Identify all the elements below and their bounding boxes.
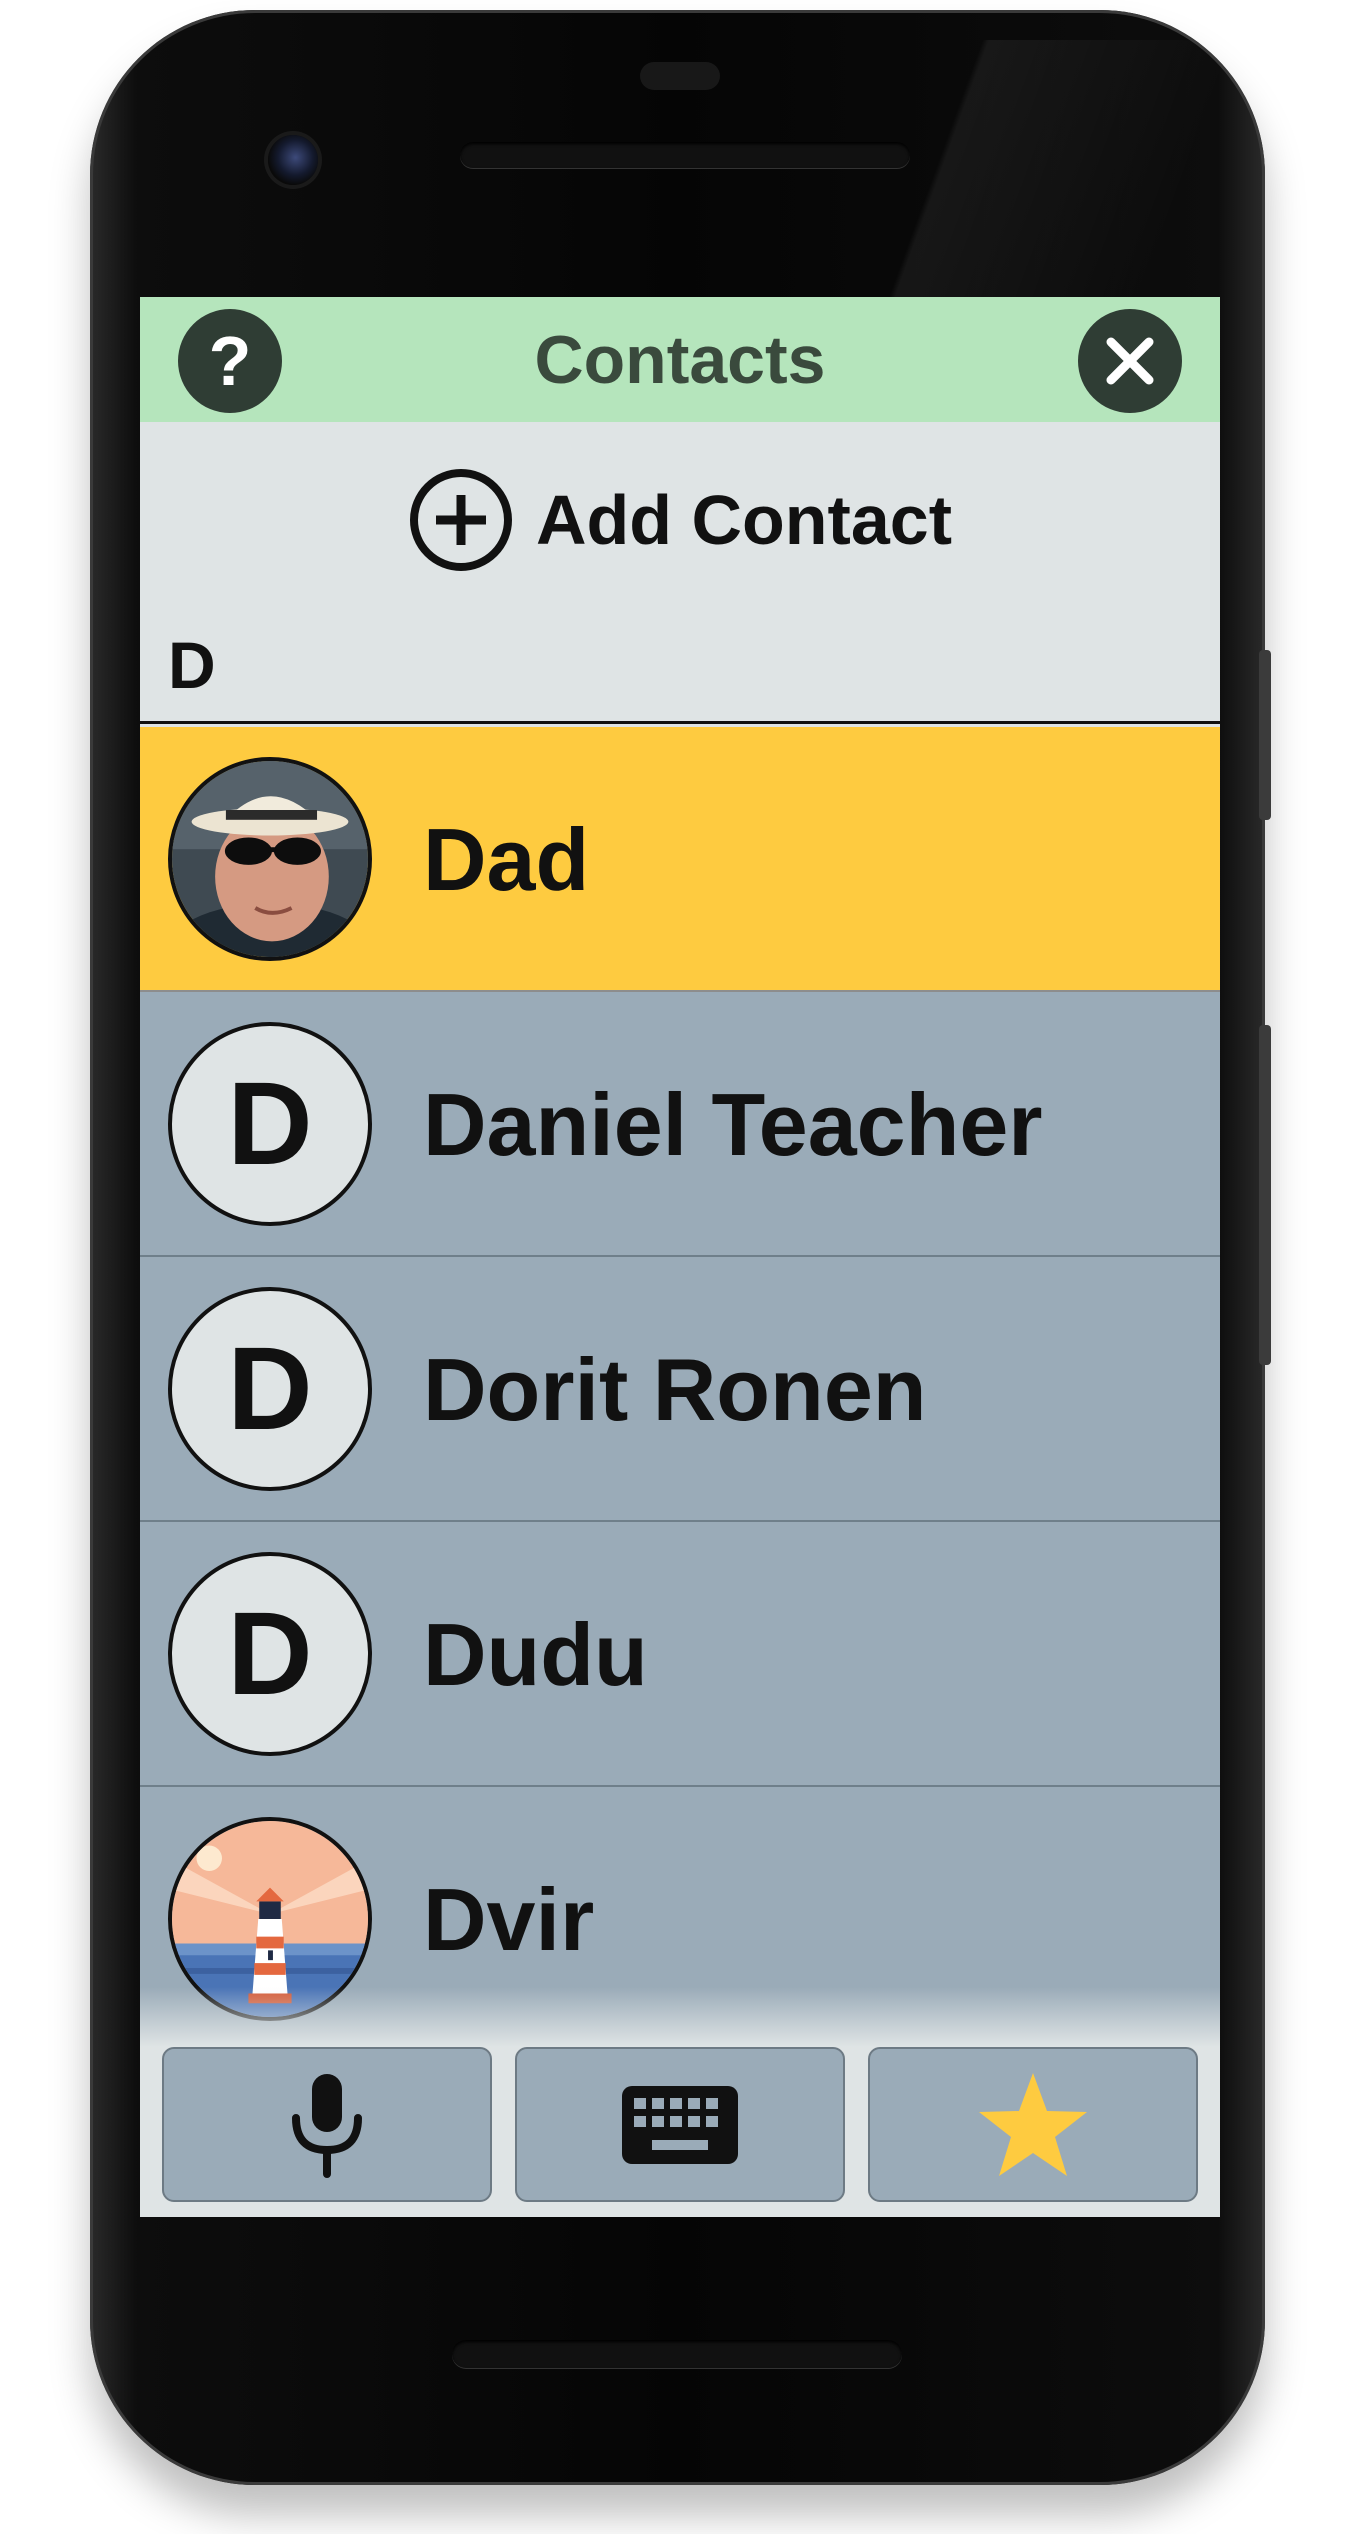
volume-button [1259,1025,1271,1365]
contact-row-dudu[interactable]: D Dudu [140,1522,1220,1787]
avatar-initial: D [168,1552,372,1756]
phone-glare [790,40,1330,320]
question-mark-icon: ? [208,322,252,400]
man-photo-icon [172,761,368,957]
bottom-speaker [452,2340,902,2368]
add-circle-icon [409,468,512,571]
close-button[interactable] [1078,309,1182,413]
favorites-button[interactable] [868,2047,1198,2202]
keyboard-search-button[interactable] [515,2047,845,2202]
voice-search-button[interactable] [162,2047,492,2202]
contact-name: Dorit Ronen [423,1340,927,1439]
help-button[interactable]: ? [178,309,282,413]
sensor-slot [640,62,720,90]
contact-row-dad[interactable]: Dad [140,727,1220,992]
earpiece-speaker [460,142,910,168]
add-contact-button[interactable]: Add Contact [140,422,1220,617]
contact-name: Daniel Teacher [423,1075,1043,1174]
microphone-icon [292,2073,362,2178]
keyboard-icon [622,2085,738,2164]
close-x-icon [1106,337,1154,385]
contact-name: Dad [423,810,590,909]
app-screen: ? Contacts Add Contact D Dad D Daniel Te… [140,297,1220,2217]
bottom-toolbar [140,2047,1220,2217]
star-icon [979,2072,1087,2176]
list-fade [140,1987,1220,2047]
avatar-initial-letter: D [227,1323,313,1455]
section-divider [140,721,1220,724]
avatar-initial-letter: D [227,1588,313,1720]
avatar-photo [168,757,372,961]
front-camera [268,135,318,185]
contact-list: Dad D Daniel Teacher D Dorit Ronen D Dud… [140,727,1220,2052]
header-bar: ? Contacts [140,297,1220,422]
avatar-initial-letter: D [227,1058,313,1190]
contact-row-daniel-teacher[interactable]: D Daniel Teacher [140,992,1220,1257]
power-button [1259,650,1271,820]
avatar-initial: D [168,1022,372,1226]
page-title: Contacts [534,322,826,398]
section-header: D [168,628,216,702]
contact-row-dorit-ronen[interactable]: D Dorit Ronen [140,1257,1220,1522]
contact-name: Dudu [423,1605,648,1704]
avatar-initial: D [168,1287,372,1491]
add-contact-label: Add Contact [535,480,953,559]
